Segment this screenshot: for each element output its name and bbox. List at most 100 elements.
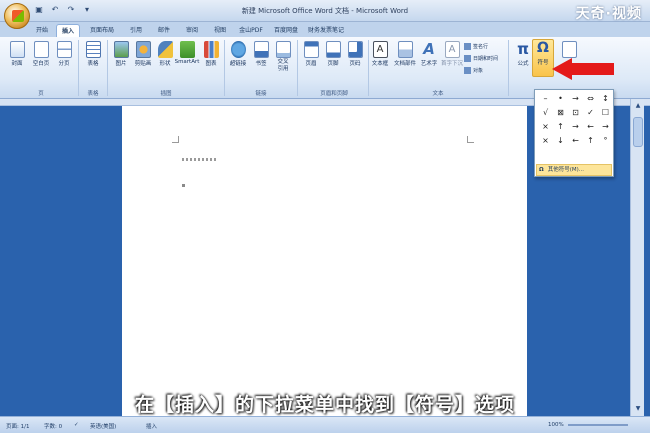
symbol-cell[interactable]: → <box>568 120 583 134</box>
tab-home[interactable]: 开始 <box>30 24 54 37</box>
symbol-dropdown: – • → ⇔ ↕ √ ⊠ ⊡ ✓ ☐ × ↑ → ← → × ↓ ← ↑ ° … <box>534 89 614 177</box>
tab-page-layout[interactable]: 页面布局 <box>84 24 120 37</box>
blank-page-icon <box>33 41 49 58</box>
footer-icon <box>325 41 341 58</box>
margin-corner-mark <box>172 136 179 143</box>
page-break-button[interactable]: 分页 <box>53 41 75 67</box>
omega-icon: Ω <box>537 40 549 56</box>
dropcap-button[interactable]: A 首字下沉 <box>440 41 464 67</box>
cover-button[interactable]: 封面 <box>6 41 28 67</box>
page-break-icon <box>56 41 72 58</box>
symbol-cell[interactable]: ☐ <box>598 106 613 120</box>
ribbon-separator <box>297 40 298 96</box>
ribbon-tabs: 开始 插入 页面布局 引用 邮件 审阅 视图 金山PDF 百度网盘 财务发票笔记 <box>0 22 650 37</box>
picture-button[interactable]: 图片 <box>110 41 132 67</box>
hyperlink-button[interactable]: 超链接 <box>227 41 249 67</box>
symbol-cell[interactable]: ✓ <box>583 106 598 120</box>
document-page[interactable] <box>122 106 527 416</box>
symbol-cell[interactable]: ⊠ <box>553 106 568 120</box>
calendar-icon <box>464 55 471 62</box>
scroll-up-icon[interactable]: ▲ <box>633 101 643 110</box>
tab-review[interactable]: 审阅 <box>180 24 204 37</box>
textbox-button[interactable]: A 文本框 <box>368 41 392 67</box>
title-bar: ▣ ↶ ↷ ▾ 新建 Microsoft Office Word 文档 - Mi… <box>0 0 650 22</box>
quick-parts-button[interactable]: 文档部件 <box>392 41 418 67</box>
office-button[interactable] <box>4 3 30 29</box>
symbol-cell[interactable]: × <box>538 120 553 134</box>
symbol-cell[interactable]: ↕ <box>598 92 613 106</box>
tab-insert[interactable]: 插入 <box>56 24 80 37</box>
zoom-slider[interactable] <box>568 424 628 426</box>
tab-mailings[interactable]: 邮件 <box>152 24 176 37</box>
chart-button[interactable]: 图表 <box>200 41 222 67</box>
tab-view[interactable]: 视图 <box>208 24 232 37</box>
shapes-button[interactable]: 形状 <box>154 41 176 67</box>
symbol-cell[interactable]: ⊡ <box>568 106 583 120</box>
window-title: 新建 Microsoft Office Word 文档 - Microsoft … <box>241 7 409 15</box>
cover-icon <box>9 41 25 58</box>
object-item[interactable]: 对象 <box>464 65 498 77</box>
arrow-head <box>552 58 572 80</box>
symbol-cell[interactable]: √ <box>538 106 553 120</box>
symbol-cell[interactable]: ⇔ <box>583 92 598 106</box>
header-icon <box>303 41 319 58</box>
page-number-button[interactable]: 页码 <box>344 41 366 67</box>
blank-page-button[interactable]: 空白页 <box>30 41 52 67</box>
tab-invoice-notes[interactable]: 财务发票笔记 <box>304 24 348 37</box>
header-button[interactable]: 页眉 <box>300 41 322 67</box>
textbox-icon: A <box>372 41 388 58</box>
cross-reference-button[interactable]: 交叉引用 <box>272 41 294 73</box>
symbol-button[interactable]: Ω 符号 <box>532 39 554 77</box>
office-logo-icon <box>12 10 24 22</box>
bookmark-button[interactable]: 书签 <box>250 41 272 67</box>
spellcheck-icon[interactable]: ✓ <box>74 422 79 428</box>
video-subtitle: 在【插入】的下拉菜单中找到【符号】选项 <box>134 394 515 416</box>
language-status[interactable]: 英语(美国) <box>90 422 116 430</box>
ribbon-separator <box>107 40 108 96</box>
tab-baidu-netdisk[interactable]: 百度网盘 <box>270 24 302 37</box>
cross-reference-icon <box>275 41 291 58</box>
symbol-cell[interactable]: ← <box>568 134 583 148</box>
signature-line-item[interactable]: 签名行 <box>464 41 498 53</box>
more-symbols-item[interactable]: Ω 其他符号(M)... <box>536 164 612 176</box>
symbol-cell[interactable]: – <box>538 92 553 106</box>
page-count[interactable]: 页面: 1/1 <box>6 422 29 430</box>
wordart-button[interactable]: A 艺术字 <box>418 41 440 68</box>
clipart-icon <box>135 41 151 58</box>
watermark: 天奇·视频 <box>575 6 642 22</box>
faint-text-line <box>182 158 218 161</box>
ribbon-separator <box>78 40 79 96</box>
annotation-arrow <box>552 58 614 80</box>
tab-kingsoft-pdf[interactable]: 金山PDF <box>234 24 268 37</box>
vertical-scrollbar[interactable]: ▲ ▼ <box>630 99 644 416</box>
chart-icon <box>203 41 219 58</box>
symbol-cell[interactable]: ↓ <box>553 134 568 148</box>
symbol-cell[interactable]: → <box>568 92 583 106</box>
symbol-cell[interactable]: • <box>553 92 568 106</box>
hyperlink-icon <box>230 41 246 58</box>
group-label-links: 链接 <box>255 91 267 97</box>
table-button[interactable]: 表格 <box>82 41 104 67</box>
date-time-item[interactable]: 日期和时间 <box>464 53 498 65</box>
footer-button[interactable]: 页脚 <box>322 41 344 67</box>
tab-references[interactable]: 引用 <box>124 24 148 37</box>
symbol-cell[interactable]: ° <box>598 134 613 148</box>
zoom-level[interactable]: 100% <box>548 422 564 428</box>
word-count[interactable]: 字数: 0 <box>44 422 62 430</box>
equation-button[interactable]: π 公式 <box>512 41 534 68</box>
smartart-button[interactable]: SmartArt <box>174 41 200 65</box>
number-button[interactable] <box>558 41 580 58</box>
group-label-pages: 页 <box>38 91 44 97</box>
symbol-grid: – • → ⇔ ↕ √ ⊠ ⊡ ✓ ☐ × ↑ → ← → × ↓ ← ↑ ° <box>538 92 613 148</box>
bookmark-icon <box>253 41 269 58</box>
scroll-thumb[interactable] <box>633 117 643 147</box>
insert-mode[interactable]: 插入 <box>146 422 157 430</box>
symbol-cell[interactable]: → <box>598 120 613 134</box>
symbol-cell[interactable]: ← <box>583 120 598 134</box>
text-small-items: 签名行 日期和时间 对象 <box>464 41 498 77</box>
symbol-cell[interactable]: × <box>538 134 553 148</box>
symbol-cell[interactable]: ↑ <box>553 120 568 134</box>
symbol-cell[interactable]: ↑ <box>583 134 598 148</box>
group-label-illustrations: 插图 <box>160 91 172 97</box>
clipart-button[interactable]: 剪贴画 <box>132 41 154 67</box>
